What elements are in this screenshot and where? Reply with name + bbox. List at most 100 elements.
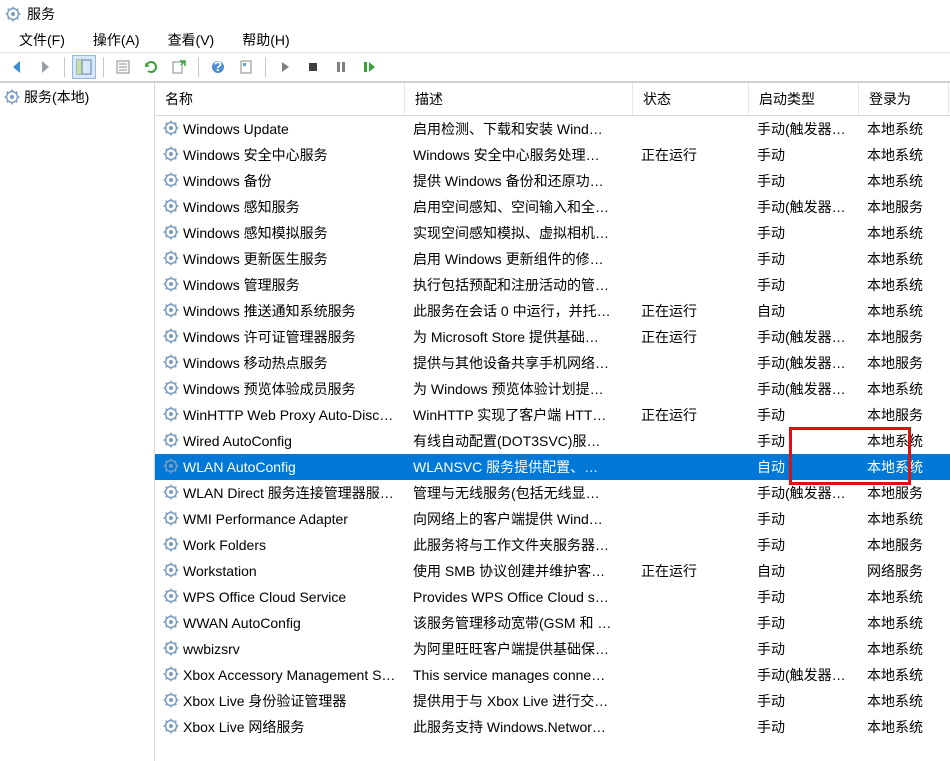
service-row[interactable]: Xbox Live 网络服务此服务支持 Windows.Networ…手动本地系… — [155, 714, 950, 740]
service-icon — [163, 198, 179, 217]
service-icon — [163, 224, 179, 243]
help-button[interactable]: ? — [206, 55, 230, 79]
menu-view[interactable]: 查看(V) — [154, 28, 229, 52]
service-description: 向网络上的客户端提供 Wind… — [405, 509, 633, 529]
service-logon: 本地服务 — [859, 535, 949, 555]
menu-help[interactable]: 帮助(H) — [228, 28, 303, 52]
service-description: 此服务将与工作文件夹服务器… — [405, 535, 633, 555]
app-title: 服务 — [27, 4, 55, 24]
service-name: Xbox Live 网络服务 — [183, 717, 304, 737]
service-row[interactable]: WMI Performance Adapter 向网络上的客户端提供 Wind… 手… — [155, 506, 950, 532]
menu-file[interactable]: 文件(F) — [5, 28, 79, 52]
menu-action[interactable]: 操作(A) — [79, 28, 154, 52]
service-icon — [163, 380, 179, 399]
service-logon: 本地系统 — [859, 119, 949, 139]
service-row[interactable]: wwbizsrv为阿里旺旺客户端提供基础保…手动本地系统 — [155, 636, 950, 662]
service-row[interactable]: WWAN AutoConfig该服务管理移动宽带(GSM 和 …手动本地系统 — [155, 610, 950, 636]
content-area: 服务(本地) 名称 描述 状态 启动类型 登录为 Windows Update启… — [0, 82, 950, 761]
cell-name: Windows 管理服务 — [155, 275, 405, 295]
service-row[interactable]: Workstation使用 SMB 协议创建并维护客…正在运行自动网络服务 — [155, 558, 950, 584]
service-description: 启用检测、下载和安装 Wind… — [405, 119, 633, 139]
service-name: WinHTTP Web Proxy Auto-Disc… — [183, 407, 393, 423]
back-button[interactable] — [5, 55, 29, 79]
service-icon — [163, 406, 179, 425]
column-name[interactable]: 名称 — [155, 83, 405, 115]
service-startup: 手动 — [749, 249, 859, 269]
service-description: 执行包括预配和注册活动的管… — [405, 275, 633, 295]
service-row[interactable]: Windows 预览体验成员服务为 Windows 预览体验计划提…手动(触发器… — [155, 376, 950, 402]
service-row[interactable]: Windows 推送通知系统服务此服务在会话 0 中运行，并托…正在运行自动本地… — [155, 298, 950, 324]
cell-name: Xbox Live 身份验证管理器 — [155, 691, 405, 711]
service-startup: 手动(触发器… — [749, 353, 859, 373]
pause-service-button[interactable] — [329, 55, 353, 79]
service-description: 实现空间感知模拟、虚拟相机… — [405, 223, 633, 243]
service-startup: 手动 — [749, 275, 859, 295]
service-startup: 自动 — [749, 457, 859, 477]
stop-service-button[interactable] — [301, 55, 325, 79]
service-row[interactable]: WinHTTP Web Proxy Auto-Disc… WinHTTP 实现了客… — [155, 402, 950, 428]
service-row[interactable]: Windows 感知服务启用空间感知、空间输入和全…手动(触发器…本地服务 — [155, 194, 950, 220]
service-row[interactable]: Windows 备份提供 Windows 备份和还原功…手动本地系统 — [155, 168, 950, 194]
cell-name: wwbizsrv — [155, 640, 405, 659]
properties-button[interactable] — [111, 55, 135, 79]
service-row[interactable]: Windows 更新医生服务启用 Windows 更新组件的修…手动本地系统 — [155, 246, 950, 272]
service-startup: 手动 — [749, 535, 859, 555]
tree-node-label: 服务(本地) — [24, 87, 89, 107]
column-description[interactable]: 描述 — [405, 83, 633, 115]
service-row[interactable]: Wired AutoConfig有线自动配置(DOT3SVC)服…手动本地系统 — [155, 428, 950, 454]
tree-node-services[interactable]: 服务(本地) — [0, 85, 154, 109]
service-name: WMI Performance Adapter — [183, 511, 348, 527]
forward-button[interactable] — [33, 55, 57, 79]
service-logon: 本地系统 — [859, 249, 949, 269]
restart-service-button[interactable] — [357, 55, 381, 79]
service-row[interactable]: Xbox Live 身份验证管理器提供用于与 Xbox Live 进行交…手动本… — [155, 688, 950, 714]
service-icon — [163, 250, 179, 269]
service-startup: 手动 — [749, 223, 859, 243]
show-hide-tree-button[interactable] — [72, 55, 96, 79]
service-description: 提供与其他设备共享手机网络… — [405, 353, 633, 373]
service-startup: 手动 — [749, 509, 859, 529]
service-row[interactable]: WPS Office Cloud ServiceProvides WPS Off… — [155, 584, 950, 610]
service-description: 此服务在会话 0 中运行，并托… — [405, 301, 633, 321]
service-row[interactable]: WLAN AutoConfigWLANSVC 服务提供配置、…自动本地系统 — [155, 454, 950, 480]
service-status: 正在运行 — [633, 561, 749, 581]
service-row[interactable]: Xbox Accessory Management S…This service… — [155, 662, 950, 688]
service-row[interactable]: Windows 管理服务执行包括预配和注册活动的管…手动本地系统 — [155, 272, 950, 298]
play-icon — [277, 59, 293, 75]
service-startup: 手动(触发器… — [749, 327, 859, 347]
service-name: Xbox Live 身份验证管理器 — [183, 691, 346, 711]
service-name: WLAN AutoConfig — [183, 459, 296, 475]
export-button[interactable] — [167, 55, 191, 79]
service-startup: 自动 — [749, 301, 859, 321]
service-row[interactable]: Windows 安全中心服务Windows 安全中心服务处理…正在运行手动本地系… — [155, 142, 950, 168]
refresh-button[interactable] — [139, 55, 163, 79]
service-description: WinHTTP 实现了客户端 HTT… — [405, 405, 633, 425]
service-row[interactable]: Windows Update启用检测、下载和安装 Wind…手动(触发器…本地系… — [155, 116, 950, 142]
service-startup: 自动 — [749, 561, 859, 581]
column-status[interactable]: 状态 — [633, 83, 749, 115]
service-list[interactable]: Windows Update启用检测、下载和安装 Wind…手动(触发器…本地系… — [155, 116, 950, 761]
service-icon — [163, 588, 179, 607]
column-startup[interactable]: 启动类型 — [749, 83, 859, 115]
service-row[interactable]: WLAN Direct 服务连接管理器服…管理与无线服务(包括无线显…手动(触发… — [155, 480, 950, 506]
service-name: wwbizsrv — [183, 641, 240, 657]
help-icon: ? — [210, 59, 226, 75]
service-status: 正在运行 — [633, 405, 749, 425]
service-name: Windows 备份 — [183, 171, 272, 191]
service-icon — [163, 458, 179, 477]
start-service-button[interactable] — [273, 55, 297, 79]
service-row[interactable]: Windows 许可证管理器服务为 Microsoft Store 提供基础…正… — [155, 324, 950, 350]
menubar: 文件(F) 操作(A) 查看(V) 帮助(H) — [0, 28, 950, 52]
service-name: WPS Office Cloud Service — [183, 589, 346, 605]
service-description: 管理与无线服务(包括无线显… — [405, 483, 633, 503]
service-startup: 手动 — [749, 613, 859, 633]
service-name: Windows 感知服务 — [183, 197, 300, 217]
service-row[interactable]: Windows 移动热点服务提供与其他设备共享手机网络…手动(触发器…本地服务 — [155, 350, 950, 376]
service-name: Windows 许可证管理器服务 — [183, 327, 356, 347]
service-logon: 本地系统 — [859, 379, 949, 399]
service-row[interactable]: Work Folders此服务将与工作文件夹服务器…手动本地服务 — [155, 532, 950, 558]
column-logon[interactable]: 登录为 — [859, 83, 949, 115]
service-name: Windows 预览体验成员服务 — [183, 379, 356, 399]
service-row[interactable]: Windows 感知模拟服务实现空间感知模拟、虚拟相机…手动本地系统 — [155, 220, 950, 246]
properties-sheet-button[interactable] — [234, 55, 258, 79]
